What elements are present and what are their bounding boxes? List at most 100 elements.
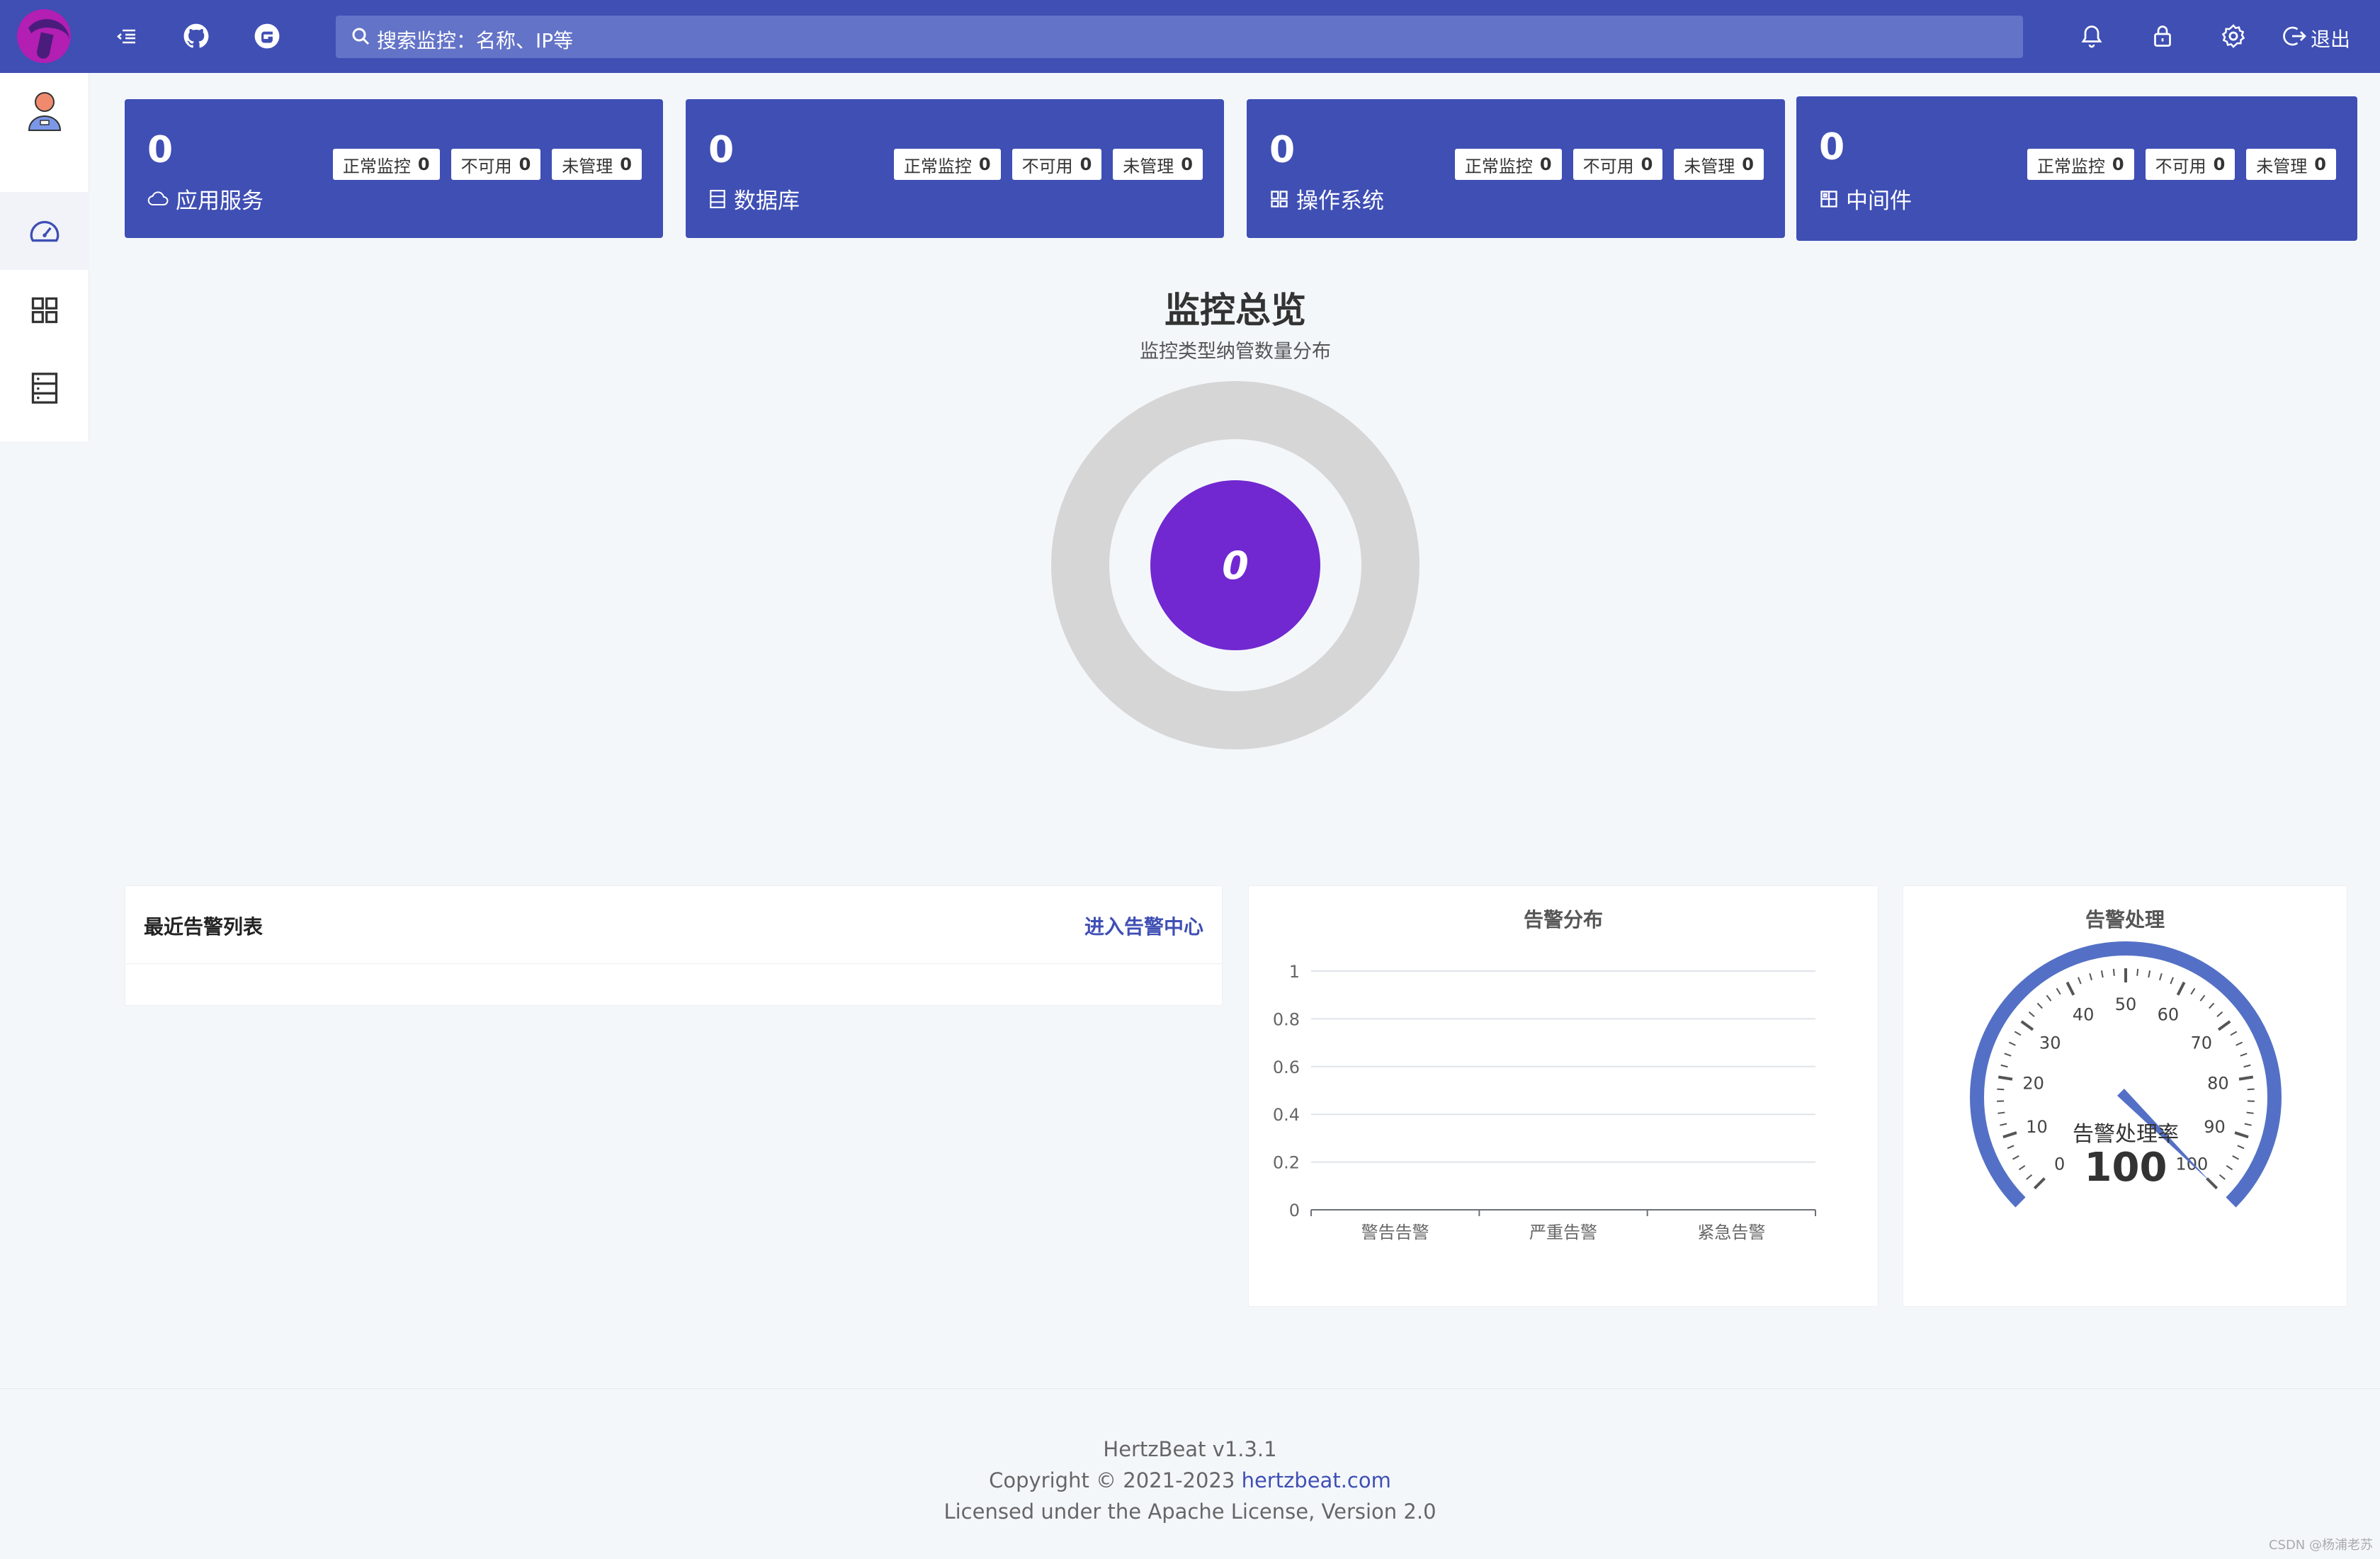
tag-unmanaged[interactable]: 未管理 0 bbox=[1113, 149, 1203, 180]
gauge-tick-label: 70 bbox=[2191, 1033, 2213, 1053]
sidebar-item-user[interactable] bbox=[0, 73, 89, 151]
alert-handling-panel: 告警处理 0102030405060708090100告警处理率100 bbox=[1903, 885, 2347, 1307]
gauge-tick bbox=[2230, 1031, 2238, 1036]
card-app-service[interactable]: 0 应用服务 正常监控 0 不可用 0 未管理 0 bbox=[125, 99, 663, 238]
card-tags: 正常监控 0 不可用 0 未管理 0 bbox=[2027, 149, 2336, 180]
logout-icon[interactable] bbox=[2278, 20, 2311, 52]
gauge-tick bbox=[2000, 1064, 2008, 1068]
gauge-value: 100 bbox=[2085, 1145, 2168, 1191]
gauge-tick bbox=[2004, 1053, 2012, 1057]
gauge-tick bbox=[2007, 1145, 2014, 1150]
github-icon[interactable] bbox=[180, 20, 212, 52]
gauge-tick bbox=[2190, 987, 2196, 995]
card-label: 操作系统 bbox=[1269, 183, 1384, 215]
x-tick-label: 警告告警 bbox=[1361, 1223, 1429, 1242]
logout-label[interactable]: 退出 bbox=[2311, 24, 2350, 52]
overview-donut[interactable]: 0 bbox=[1051, 381, 1420, 749]
user-avatar-icon bbox=[28, 92, 62, 131]
tag-normal[interactable]: 正常监控 0 bbox=[1454, 149, 1562, 180]
watermark: CSDN @杨浦老苏 bbox=[2268, 1538, 2373, 1553]
search-input[interactable]: 搜索监控：名称、IP等 bbox=[336, 16, 2023, 58]
windows-icon bbox=[1271, 190, 1288, 208]
y-tick-label: 0.6 bbox=[1273, 1058, 1300, 1077]
appstore-icon bbox=[31, 297, 58, 324]
card-middleware[interactable]: 0 中间件 正常监控 0 不可用 0 未管理 0 bbox=[1796, 96, 2357, 241]
gauge-tick bbox=[2176, 981, 2186, 996]
tag-unmanaged[interactable]: 未管理 0 bbox=[1674, 149, 1764, 180]
card-label: 数据库 bbox=[708, 183, 800, 215]
gauge-tick bbox=[2236, 1041, 2243, 1046]
card-count: 0 bbox=[1819, 126, 1845, 169]
gauge-tick bbox=[2238, 1075, 2254, 1081]
gauge-tick bbox=[2018, 1164, 2026, 1171]
database-icon bbox=[710, 189, 725, 208]
menu-fold-icon[interactable] bbox=[110, 20, 143, 52]
card-count: 0 bbox=[147, 129, 174, 171]
gauge-tick bbox=[2209, 1002, 2215, 1009]
card-database[interactable]: 0 数据库 正常监控 0 不可用 0 未管理 0 bbox=[686, 99, 1224, 238]
gauge-tick-label: 20 bbox=[2022, 1073, 2044, 1093]
card-tags: 正常监控 0 不可用 0 未管理 0 bbox=[332, 149, 642, 180]
sidebar bbox=[0, 73, 89, 441]
gauge-tick bbox=[2028, 1011, 2035, 1018]
overview-subtitle: 监控类型纳管数量分布 bbox=[1140, 341, 1331, 363]
gauge-tick bbox=[2056, 987, 2061, 995]
bell-icon[interactable] bbox=[2075, 20, 2108, 52]
gauge-tick bbox=[2002, 1131, 2017, 1139]
footer: HertzBeat v1.3.1 Copyright © 2021-2023 h… bbox=[0, 1388, 2380, 1559]
gauge-tick bbox=[2234, 1131, 2249, 1139]
gauge-tick bbox=[2199, 994, 2206, 1002]
alert-center-link[interactable]: 进入告警中心 bbox=[1084, 912, 1203, 940]
gear-icon[interactable] bbox=[2217, 20, 2250, 52]
card-count: 0 bbox=[708, 129, 735, 171]
gauge-tick bbox=[2217, 1020, 2231, 1031]
tag-unmanaged[interactable]: 未管理 0 bbox=[2246, 149, 2336, 180]
tag-unavailable[interactable]: 不可用 0 bbox=[1572, 149, 1663, 180]
gauge-tick-label: 30 bbox=[2039, 1033, 2061, 1053]
gauge-tick bbox=[2216, 1011, 2223, 1018]
gauge-tick bbox=[2159, 973, 2163, 981]
search-placeholder: 搜索监控：名称、IP等 bbox=[377, 29, 574, 52]
tag-unavailable[interactable]: 不可用 0 bbox=[1012, 149, 1102, 180]
tag-unmanaged[interactable]: 未管理 0 bbox=[552, 149, 642, 180]
card-count: 0 bbox=[1269, 129, 1296, 171]
footer-link[interactable]: hertzbeat.com bbox=[1242, 1468, 1391, 1492]
gauge-tick bbox=[2033, 1177, 2046, 1190]
search-icon bbox=[352, 28, 370, 45]
alert-list-header: 最近告警列表 进入告警中心 bbox=[125, 886, 1222, 964]
tag-normal[interactable]: 正常监控 0 bbox=[2027, 149, 2134, 180]
gauge-tick bbox=[2218, 1174, 2226, 1180]
gauge-tick-label: 10 bbox=[2026, 1117, 2048, 1137]
alert-distribution-chart: 0 0.2 0.4 0.6 0.8 1 警告告警 严重告警 紧急告警 bbox=[1273, 962, 1816, 1242]
gitee-icon[interactable] bbox=[251, 20, 283, 52]
card-os[interactable]: 0 操作系统 正常监控 0 不可用 0 未管理 0 bbox=[1247, 99, 1785, 238]
alert-list-title: 最近告警列表 bbox=[144, 915, 264, 939]
footer-version: HertzBeat v1.3.1 bbox=[1103, 1437, 1277, 1461]
sidebar-item-database[interactable] bbox=[0, 349, 89, 427]
tag-normal[interactable]: 正常监控 0 bbox=[893, 149, 1001, 180]
gauge-tick bbox=[2237, 1145, 2245, 1150]
alert-distribution-panel: 告警分布 0 0.2 0.4 0.6 0.8 1 警告告警 严重告警 紧急告警 bbox=[1248, 885, 1878, 1307]
gauge-tick bbox=[2136, 968, 2139, 976]
tag-unavailable[interactable]: 不可用 0 bbox=[450, 149, 541, 180]
gauge-tick-label: 60 bbox=[2158, 1004, 2180, 1024]
gauge-tick-label: 40 bbox=[2073, 1004, 2095, 1024]
gauge-tick bbox=[2020, 1020, 2034, 1031]
gauge-tick bbox=[1997, 1088, 2005, 1091]
tag-unavailable[interactable]: 不可用 0 bbox=[2145, 149, 2236, 180]
y-tick-label: 0.4 bbox=[1273, 1105, 1300, 1125]
gauge-tick bbox=[2100, 970, 2104, 978]
hertzbeat-logo[interactable] bbox=[17, 9, 71, 63]
recent-alerts-panel: 最近告警列表 进入告警中心 bbox=[125, 885, 1223, 1006]
lock-icon[interactable] bbox=[2146, 20, 2179, 52]
y-tick-label: 0.2 bbox=[1273, 1153, 1300, 1173]
y-tick-label: 0 bbox=[1289, 1201, 1300, 1220]
tag-normal[interactable]: 正常监控 0 bbox=[332, 149, 440, 180]
sidebar-item-apps[interactable] bbox=[0, 271, 89, 349]
sidebar-item-dashboard[interactable] bbox=[0, 192, 89, 270]
x-tick-label: 严重告警 bbox=[1529, 1223, 1597, 1242]
donut-center[interactable]: 0 bbox=[1150, 480, 1320, 650]
gauge-tick bbox=[2066, 981, 2075, 996]
gauge-tick bbox=[2244, 1123, 2252, 1126]
gauge-tick bbox=[2046, 994, 2052, 1002]
